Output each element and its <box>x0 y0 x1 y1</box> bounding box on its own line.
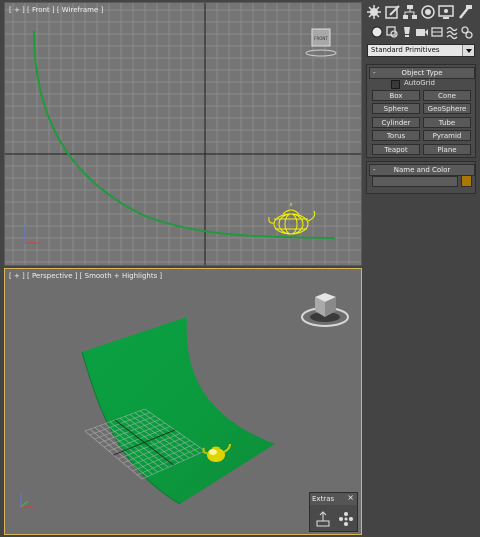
object-name-field[interactable] <box>372 176 458 187</box>
lights-icon[interactable] <box>400 24 414 40</box>
teapot-wireframe <box>268 203 316 235</box>
cameras-icon[interactable] <box>415 24 429 40</box>
create-icon[interactable] <box>366 4 383 20</box>
front-viewport[interactable]: [ + ] [ Front ] [ Wireframe ] FRONT <box>4 2 362 266</box>
shapes-icon[interactable] <box>385 24 399 40</box>
primitive-category-value: Standard Primitives <box>371 46 440 54</box>
plane-button[interactable]: Plane <box>423 144 471 155</box>
tube-button[interactable]: Tube <box>423 117 471 128</box>
motion-icon[interactable] <box>420 4 437 20</box>
extras-snapshot-icon[interactable] <box>336 509 356 529</box>
front-viewport-canvas: FRONT <box>5 3 361 265</box>
extras-close-button[interactable]: × <box>347 493 354 502</box>
geosphere-button[interactable]: GeoSphere <box>423 103 471 114</box>
teapot-button[interactable]: Teapot <box>372 144 420 155</box>
name-and-color-rollout: - Name and Color <box>366 161 476 194</box>
cylinder-button[interactable]: Cylinder <box>372 117 420 128</box>
backdrop-surface <box>82 317 275 504</box>
display-icon[interactable] <box>438 4 455 20</box>
object-type-rollout: - Object Type AutoGrid Box Cone Sphere G… <box>366 64 476 158</box>
front-viewport-label[interactable]: [ + ] [ Front ] [ Wireframe ] <box>9 6 103 14</box>
box-button[interactable]: Box <box>372 90 420 101</box>
autogrid-label: AutoGrid <box>404 79 435 87</box>
collapse-icon[interactable]: - <box>373 68 376 78</box>
object-color-swatch[interactable] <box>461 175 472 187</box>
perspective-viewport-canvas <box>20 293 349 508</box>
chevron-down-icon[interactable] <box>462 45 474 56</box>
geometry-icon[interactable] <box>370 24 384 40</box>
collapse-icon[interactable]: - <box>373 165 376 175</box>
extras-array-icon[interactable] <box>313 509 333 529</box>
autogrid-checkbox[interactable] <box>391 80 400 89</box>
svg-text:FRONT: FRONT <box>314 36 328 41</box>
object-type-title: Object Type <box>401 69 443 77</box>
hierarchy-icon[interactable] <box>402 4 419 20</box>
perspective-viewcube-icon <box>301 293 349 327</box>
torus-button[interactable]: Torus <box>372 130 420 141</box>
command-panel-tabs <box>363 2 480 22</box>
name-and-color-header[interactable]: - Name and Color <box>369 164 475 176</box>
name-and-color-title: Name and Color <box>393 166 451 174</box>
utilities-icon[interactable] <box>457 4 474 20</box>
extras-toolbar[interactable]: Extras × <box>309 492 358 532</box>
create-subtabs <box>363 24 480 42</box>
modify-icon[interactable] <box>384 4 401 20</box>
backdrop-profile-spline <box>33 30 336 239</box>
pyramid-button[interactable]: Pyramid <box>423 130 471 141</box>
sphere-button[interactable]: Sphere <box>372 103 420 114</box>
object-type-header[interactable]: - Object Type <box>369 67 475 79</box>
perspective-viewport-label[interactable]: [ + ] [ Perspective ] [ Smooth + Highlig… <box>9 272 162 280</box>
cone-button[interactable]: Cone <box>423 90 471 101</box>
helpers-icon[interactable] <box>430 24 444 40</box>
systems-icon[interactable] <box>460 24 474 40</box>
front-viewcube-icon: FRONT <box>305 28 337 57</box>
primitive-category-dropdown[interactable]: Standard Primitives <box>367 44 475 57</box>
perspective-axis-tripod <box>20 493 33 508</box>
spacewarps-icon[interactable] <box>445 24 459 40</box>
